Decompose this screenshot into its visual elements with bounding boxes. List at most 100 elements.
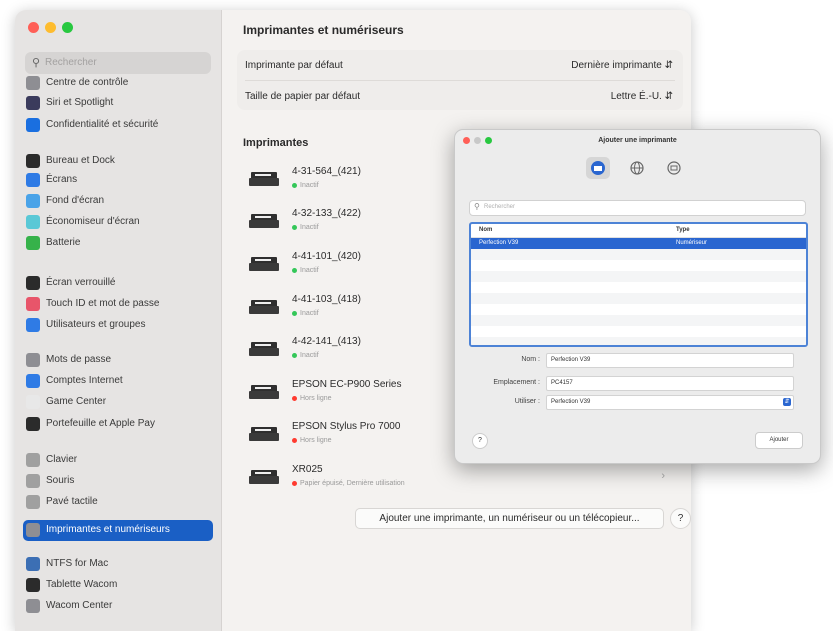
fingerprint-icon — [26, 297, 40, 311]
mouse-icon — [26, 474, 40, 488]
sidebar-item[interactable]: Mots de passe — [23, 350, 213, 371]
sidebar-item-label: Écrans — [46, 174, 78, 185]
name-field[interactable]: Perfection V39 — [546, 353, 794, 368]
printer-status: Inactif — [292, 224, 319, 231]
use-label: Utiliser : — [514, 398, 540, 405]
printer-name: EPSON Stylus Pro 7000 — [292, 421, 401, 432]
sidebar-item[interactable]: Clavier — [23, 450, 213, 471]
sidebar-item[interactable]: Centre de contrôle — [23, 73, 213, 94]
default-printer-select[interactable]: Dernière imprimante ⇵ — [571, 60, 673, 71]
dialog-title: Ajouter une imprimante — [598, 137, 677, 144]
dialog-add-button[interactable]: Ajouter — [755, 432, 803, 449]
scanner-icon — [247, 468, 283, 486]
sidebar-item[interactable]: Économiseur d'écran — [23, 212, 213, 233]
column-header-type[interactable]: Type — [676, 227, 690, 233]
dialog-search-input[interactable]: ⚲ Rechercher — [469, 200, 806, 216]
sidebar-item-label: Fond d'écran — [46, 195, 105, 206]
empty-row — [471, 282, 806, 293]
status-dot-icon — [292, 224, 297, 230]
sidebar-item[interactable]: Game Center — [23, 392, 213, 413]
help-button[interactable]: ? — [670, 508, 691, 529]
sidebar-item-label: Clavier — [46, 454, 78, 465]
sidebar-item[interactable]: Confidentialité et sécurité — [23, 115, 213, 136]
windows-printer-tab[interactable] — [662, 157, 686, 179]
default-printer-icon — [591, 161, 605, 175]
sidebar-item-label: Confidentialité et sécurité — [46, 119, 159, 130]
sidebar-item[interactable]: Bureau et Dock — [23, 151, 213, 172]
paper-size-select[interactable]: Lettre É.-U. ⇵ — [611, 91, 673, 102]
printer-status: Hors ligne — [292, 395, 332, 402]
printer-status-text: Inactif — [300, 310, 319, 317]
use-driver-select[interactable]: Perfection V39 ⇵ — [546, 395, 794, 410]
sidebar-item[interactable]: Touch ID et mot de passe — [23, 294, 213, 315]
defaults-card: Imprimante par défaut Dernière imprimant… — [237, 50, 683, 110]
sidebar-item-label: Souris — [46, 475, 75, 486]
sidebar-item-label: NTFS for Mac — [46, 558, 109, 569]
laser-printer-icon — [247, 340, 283, 358]
add-printer-button[interactable]: Ajouter une imprimante, un numériseur ou… — [355, 508, 664, 529]
trackpad-icon — [26, 495, 40, 509]
wallet-icon — [26, 417, 40, 431]
dialog-search-placeholder: Rechercher — [484, 204, 516, 210]
sidebar-item[interactable]: Portefeuille et Apple Pay — [23, 414, 213, 435]
printer-name: EPSON EC-P900 Series — [292, 379, 402, 390]
ip-printer-tab[interactable] — [625, 157, 649, 179]
column-header-name[interactable]: Nom — [479, 227, 492, 233]
users-icon — [26, 318, 40, 332]
laser-printer-icon — [247, 255, 283, 273]
laser-printer-icon — [247, 170, 283, 188]
default-printer-label: Imprimante par défaut — [245, 60, 343, 71]
wacom-tablet-icon — [26, 578, 40, 592]
printer-name: 4-32-133_(422) — [292, 208, 361, 219]
laser-printer-icon — [247, 212, 283, 230]
printer-row[interactable]: XR025 Papier épuisé, Dernière utilisation… — [243, 458, 673, 498]
dock-icon — [26, 154, 40, 168]
printer-status: Hors ligne — [292, 437, 332, 444]
keyboard-icon — [26, 453, 40, 467]
location-field[interactable]: PC4157 — [546, 376, 794, 391]
add-printer-dialog: Ajouter une imprimante ⚲ Rechercher Nom … — [454, 129, 821, 464]
sidebar-item[interactable]: Écrans — [23, 170, 213, 191]
sidebar-item[interactable]: Imprimantes et numériseurs — [23, 520, 213, 541]
sidebar-item[interactable]: Batterie — [23, 233, 213, 254]
printer-status-text: Inactif — [300, 182, 319, 189]
empty-row — [471, 315, 806, 326]
printer-status: Inactif — [292, 310, 319, 317]
chevron-updown-icon: ⇵ — [664, 60, 673, 71]
device-row[interactable]: Perfection V39 Numériseur — [471, 238, 806, 249]
printer-status-text: Papier épuisé, Dernière utilisation — [300, 480, 405, 487]
sidebar-item[interactable]: Siri et Spotlight — [23, 93, 213, 114]
minimize-window-button[interactable] — [45, 22, 56, 33]
sidebar-item-label: Centre de contrôle — [46, 77, 129, 88]
sidebar-item-label: Économiseur d'écran — [46, 216, 140, 227]
ntfs-icon — [26, 557, 40, 571]
default-printers-tab[interactable] — [586, 157, 610, 179]
dialog-help-button[interactable]: ? — [472, 433, 488, 449]
sidebar-search-input[interactable]: ⚲ Rechercher — [25, 52, 211, 74]
sidebar-item[interactable]: Tablette Wacom — [23, 575, 213, 596]
sidebar-item[interactable]: Pavé tactile — [23, 492, 213, 513]
status-dot-icon — [292, 437, 297, 443]
battery-icon — [26, 236, 40, 250]
printer-status: Papier épuisé, Dernière utilisation — [292, 480, 405, 487]
privacy-hand-icon — [26, 118, 40, 132]
printer-status-text: Inactif — [300, 224, 319, 231]
sidebar-item[interactable]: Utilisateurs et groupes — [23, 315, 213, 336]
sidebar-item[interactable]: Wacom Center — [23, 596, 213, 617]
sidebar-item-label: Touch ID et mot de passe — [46, 298, 160, 309]
zoom-window-button[interactable] — [62, 22, 73, 33]
empty-row — [471, 293, 806, 304]
status-dot-icon — [292, 395, 297, 401]
sidebar-item[interactable]: Comptes Internet — [23, 371, 213, 392]
divider — [245, 80, 675, 81]
sidebar-item[interactable]: Souris — [23, 471, 213, 492]
empty-row — [471, 326, 806, 337]
printer-icon — [26, 523, 40, 537]
sidebar-item[interactable]: Fond d'écran — [23, 191, 213, 212]
sidebar-item-label: Imprimantes et numériseurs — [46, 524, 170, 535]
status-dot-icon — [292, 310, 297, 316]
sidebar-item[interactable]: Écran verrouillé — [23, 273, 213, 294]
paper-size-label: Taille de papier par défaut — [245, 91, 361, 102]
sidebar-item[interactable]: NTFS for Mac — [23, 554, 213, 575]
close-window-button[interactable] — [28, 22, 39, 33]
